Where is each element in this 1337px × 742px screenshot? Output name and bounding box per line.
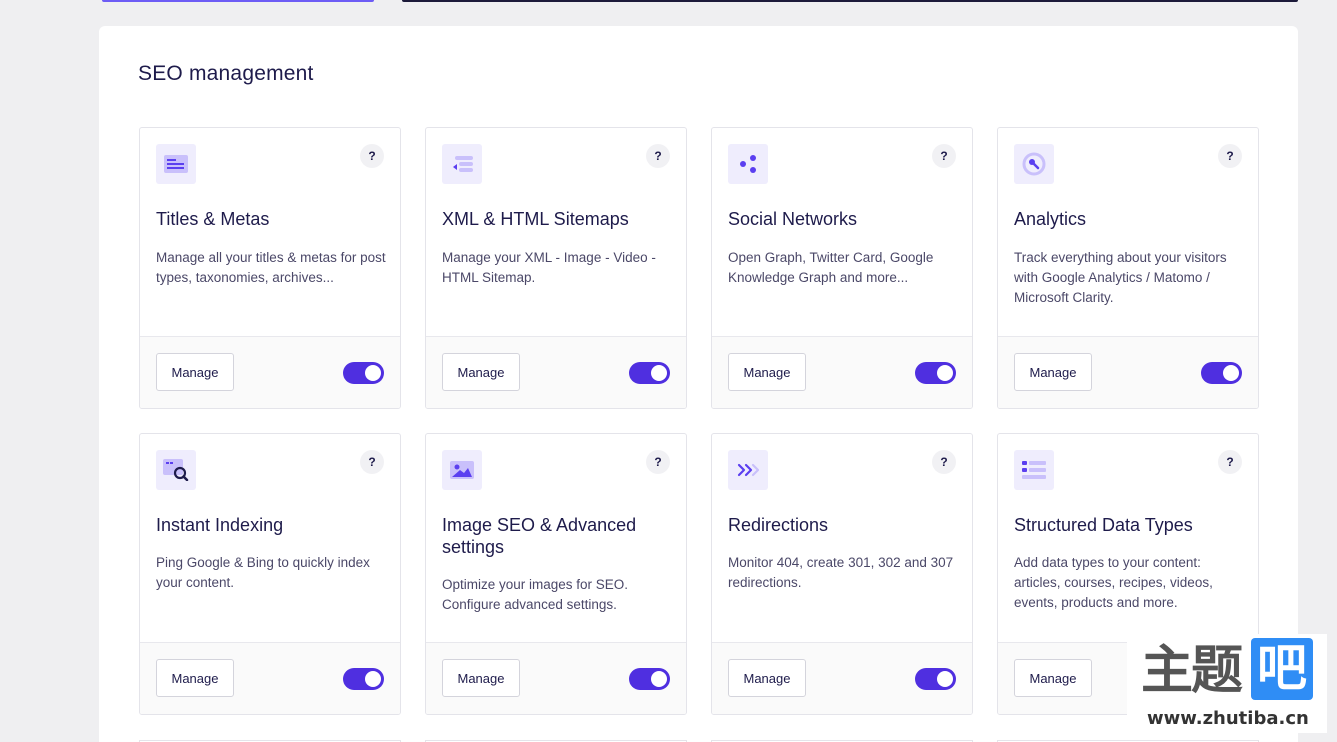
card-description: Add data types to your content: articles…: [1014, 555, 1213, 610]
manage-button[interactable]: Manage: [156, 353, 234, 391]
card-description: Open Graph, Twitter Card, Google Knowled…: [728, 250, 934, 285]
enable-toggle[interactable]: [343, 362, 384, 384]
help-icon[interactable]: ?: [360, 450, 384, 474]
card-title: Image SEO & Advanced settings: [442, 515, 637, 557]
top-strip-dark: [402, 0, 1298, 2]
help-icon[interactable]: ?: [932, 450, 956, 474]
card-description: Manage all your titles & metas for post …: [156, 250, 386, 285]
sitemap-icon: [442, 144, 482, 184]
toggle-knob: [365, 671, 381, 687]
card-title: Redirections: [728, 515, 829, 535]
enable-toggle[interactable]: [343, 668, 384, 690]
enable-toggle[interactable]: [915, 668, 956, 690]
manage-button[interactable]: Manage: [1014, 353, 1092, 391]
help-icon[interactable]: ?: [932, 144, 956, 168]
toggle-knob: [937, 671, 953, 687]
manage-button[interactable]: Manage: [728, 353, 806, 391]
card-instant-indexing: ? Instant Indexing Ping Google & Bing to…: [139, 433, 401, 715]
card-title: XML & HTML Sitemaps: [442, 209, 629, 229]
card-title: Titles & Metas: [156, 209, 270, 229]
card-footer: Manage: [140, 336, 400, 408]
card-footer: Manage: [998, 336, 1258, 408]
enable-toggle[interactable]: [1201, 362, 1242, 384]
card-title: Analytics: [1014, 209, 1087, 229]
card-title: Structured Data Types: [1014, 515, 1193, 535]
card-description: Monitor 404, create 301, 302 and 307 red…: [728, 555, 954, 590]
top-strip-accent: [102, 0, 374, 2]
card-footer: Manage: [712, 642, 972, 714]
enable-toggle[interactable]: [629, 668, 670, 690]
seo-management-panel: SEO management ? Titles & Metas Manage a…: [99, 26, 1298, 742]
help-icon[interactable]: ?: [646, 144, 670, 168]
enable-toggle[interactable]: [915, 362, 956, 384]
card-analytics: ? Analytics Track everything about your …: [997, 127, 1259, 409]
card-redirections: ? Redirections Monitor 404, create 301, …: [711, 433, 973, 715]
share-icon: [728, 144, 768, 184]
card-titles-metas: ? Titles & Metas Manage all your titles …: [139, 127, 401, 409]
card-social-networks: ? Social Networks Open Graph, Twitter Ca…: [711, 127, 973, 409]
manage-button[interactable]: Manage: [442, 353, 520, 391]
toggle-knob: [937, 365, 953, 381]
card-footer: Manage: [140, 642, 400, 714]
card-title: Social Networks: [728, 209, 858, 229]
card-description: Track everything about your visitors wit…: [1014, 250, 1227, 305]
manage-button[interactable]: Manage: [1014, 659, 1092, 697]
titles-metas-icon: [156, 144, 196, 184]
card-footer: Manage: [426, 642, 686, 714]
help-icon[interactable]: ?: [360, 144, 384, 168]
help-icon[interactable]: ?: [1218, 450, 1242, 474]
toggle-knob: [651, 365, 667, 381]
help-icon[interactable]: ?: [1218, 144, 1242, 168]
enable-toggle[interactable]: [629, 362, 670, 384]
card-description: Ping Google & Bing to quickly index your…: [156, 555, 370, 590]
watermark-accent: 吧: [1251, 638, 1313, 700]
manage-button[interactable]: Manage: [156, 659, 234, 697]
card-footer: Manage: [712, 336, 972, 408]
card-title: Instant Indexing: [156, 515, 284, 535]
card-image-seo: ? Image SEO & Advanced settings Optimize…: [425, 433, 687, 715]
image-icon: [442, 450, 482, 490]
help-icon[interactable]: ?: [646, 450, 670, 474]
card-footer: Manage: [426, 336, 686, 408]
structured-data-icon: [1014, 450, 1054, 490]
card-sitemaps: ? XML & HTML Sitemaps Manage your XML - …: [425, 127, 687, 409]
toggle-knob: [651, 671, 667, 687]
redirect-icon: [728, 450, 768, 490]
card-description: Optimize your images for SEO. Configure …: [442, 577, 629, 612]
watermark-url: www.zhutiba.cn: [1147, 708, 1309, 729]
manage-button[interactable]: Manage: [728, 659, 806, 697]
toggle-knob: [1223, 365, 1239, 381]
card-description: Manage your XML - Image - Video - HTML S…: [442, 250, 656, 285]
toggle-knob: [365, 365, 381, 381]
watermark-main: 主题: [1141, 641, 1243, 701]
manage-button[interactable]: Manage: [442, 659, 520, 697]
watermark: 主题 吧 www.zhutiba.cn: [1127, 634, 1327, 733]
instant-indexing-icon: [156, 450, 196, 490]
panel-title: SEO management: [138, 62, 314, 85]
analytics-icon: [1014, 144, 1054, 184]
